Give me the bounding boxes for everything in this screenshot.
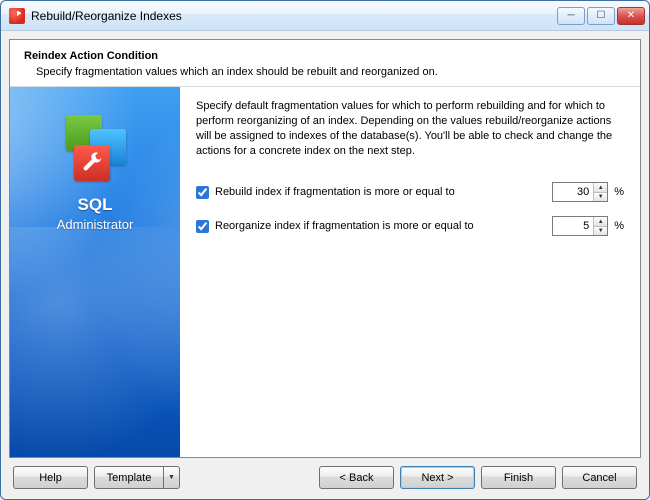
reorganize-spinner[interactable]: ▲ ▼	[552, 216, 608, 236]
finish-button-label: Finish	[504, 472, 533, 484]
reorganize-spin-up[interactable]: ▲	[594, 217, 607, 227]
minimize-button[interactable]: ─	[557, 7, 585, 25]
logo-tile-red	[74, 145, 110, 181]
reorganize-spin-buttons: ▲ ▼	[593, 217, 607, 235]
window-frame: Rebuild/Reorganize Indexes ─ ☐ ✕ Reindex…	[0, 0, 650, 500]
page-heading: Reindex Action Condition	[24, 50, 626, 62]
product-subtitle: Administrator	[20, 217, 170, 232]
rebuild-label: Rebuild index if fragmentation is more o…	[215, 186, 552, 198]
description-text: Specify default fragmentation values for…	[196, 99, 624, 158]
window-controls: ─ ☐ ✕	[557, 7, 645, 25]
reorganize-option-row: Reorganize index if fragmentation is mor…	[196, 216, 624, 236]
close-button[interactable]: ✕	[617, 7, 645, 25]
wizard-body: Reindex Action Condition Specify fragmen…	[1, 31, 649, 499]
rebuild-spinner[interactable]: ▲ ▼	[552, 182, 608, 202]
rebuild-option-row: Rebuild index if fragmentation is more o…	[196, 182, 624, 202]
cancel-button[interactable]: Cancel	[562, 466, 637, 489]
rebuild-value-input[interactable]	[553, 183, 593, 201]
template-split-button: Template ▼	[94, 466, 180, 489]
help-button-label: Help	[39, 472, 62, 484]
content-frame: Reindex Action Condition Specify fragmen…	[9, 39, 641, 458]
sidebar: SQL Administrator	[10, 87, 180, 457]
wrench-icon	[81, 152, 103, 174]
main-split: SQL Administrator Specify default fragme…	[10, 87, 640, 457]
product-logo	[60, 115, 130, 185]
button-bar: Help Template ▼ < Back Next > Finish Can…	[9, 458, 641, 491]
reorganize-suffix: %	[614, 220, 624, 232]
template-dropdown-button[interactable]: ▼	[164, 466, 180, 489]
back-button[interactable]: < Back	[319, 466, 394, 489]
product-name: SQL	[20, 195, 170, 215]
reorganize-label: Reorganize index if fragmentation is mor…	[215, 220, 552, 232]
finish-button[interactable]: Finish	[481, 466, 556, 489]
maximize-button[interactable]: ☐	[587, 7, 615, 25]
window-title: Rebuild/Reorganize Indexes	[31, 9, 557, 23]
app-icon	[9, 8, 25, 24]
next-button[interactable]: Next >	[400, 466, 475, 489]
page-subheading: Specify fragmentation values which an in…	[36, 66, 626, 78]
rebuild-checkbox[interactable]	[196, 186, 209, 199]
titlebar[interactable]: Rebuild/Reorganize Indexes ─ ☐ ✕	[1, 1, 649, 31]
template-button-label: Template	[107, 472, 152, 484]
reorganize-checkbox[interactable]	[196, 220, 209, 233]
back-button-label: < Back	[340, 472, 374, 484]
rebuild-spin-up[interactable]: ▲	[594, 183, 607, 193]
rebuild-spin-buttons: ▲ ▼	[593, 183, 607, 201]
main-panel: Specify default fragmentation values for…	[180, 87, 640, 457]
rebuild-spin-down[interactable]: ▼	[594, 193, 607, 202]
cancel-button-label: Cancel	[582, 472, 616, 484]
reorganize-spin-down[interactable]: ▼	[594, 227, 607, 236]
template-button[interactable]: Template	[94, 466, 164, 489]
help-button[interactable]: Help	[13, 466, 88, 489]
rebuild-suffix: %	[614, 186, 624, 198]
header-block: Reindex Action Condition Specify fragmen…	[10, 40, 640, 87]
next-button-label: Next >	[421, 472, 453, 484]
reorganize-value-input[interactable]	[553, 217, 593, 235]
